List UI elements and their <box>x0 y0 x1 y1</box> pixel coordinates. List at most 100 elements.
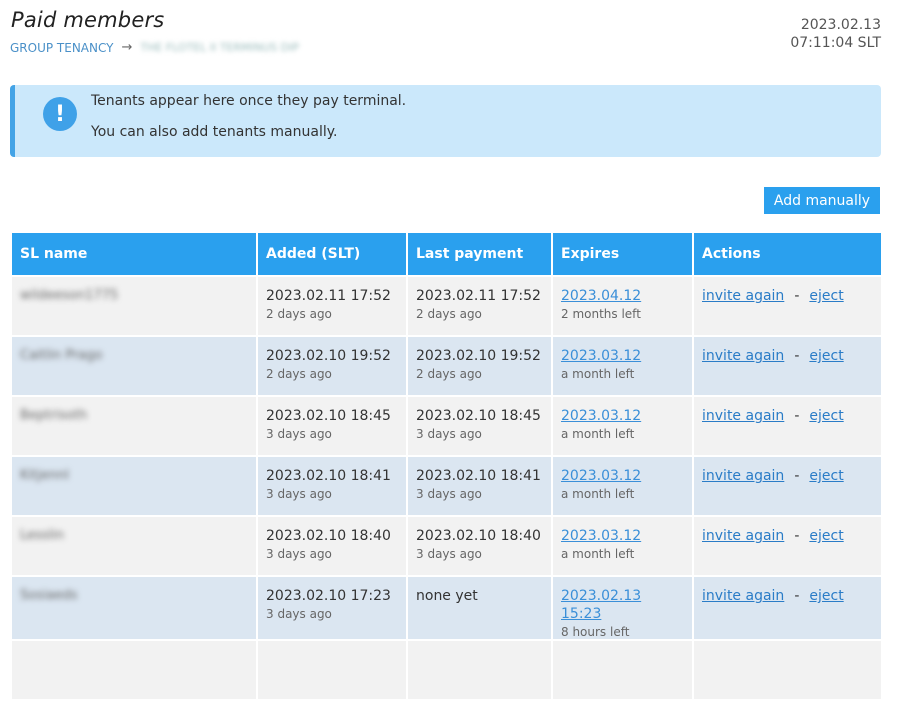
cell-actions: invite again - eject <box>692 335 883 397</box>
invite-again-link[interactable]: invite again <box>702 528 784 544</box>
payment-date: 2023.02.10 19:52 <box>416 348 541 364</box>
table-row: Beptrisoth 2023.02.10 18:45 3 days ago 2023… <box>10 395 883 457</box>
eject-link[interactable]: eject <box>809 588 843 604</box>
eject-link[interactable]: eject <box>809 288 843 304</box>
eject-link[interactable]: eject <box>809 468 843 484</box>
added-date: 2023.02.10 19:52 <box>266 348 391 364</box>
cell-actions: invite again - eject <box>692 395 883 457</box>
cell-actions: invite again - eject <box>692 575 883 641</box>
cell-expires: 2023.04.12 2 months left <box>551 275 694 337</box>
breadcrumb: GROUP TENANCY → THE FLOTEL II TERMINUS D… <box>10 40 299 55</box>
column-header-expires: Expires <box>551 231 694 277</box>
payment-date: 2023.02.10 18:40 <box>416 528 541 544</box>
payment-ago: 2 days ago <box>416 367 482 381</box>
added-ago: 3 days ago <box>266 547 332 561</box>
expires-link[interactable]: 2023.02.13 15:23 <box>561 588 641 622</box>
cell-added: 2023.02.10 18:41 3 days ago <box>256 455 408 517</box>
added-date: 2023.02.10 18:45 <box>266 408 391 424</box>
invite-again-link[interactable]: invite again <box>702 348 784 364</box>
clock: 2023.02.13 07:11:04 SLT <box>790 16 881 52</box>
cell-expires: 2023.03.12 a month left <box>551 455 694 517</box>
members-table: SL name Added (SLT) Last payment Expires… <box>10 231 883 701</box>
column-header-sl-name: SL name <box>10 231 258 277</box>
notice-line-2: You can also add tenants manually. <box>91 124 338 140</box>
cell-last-payment: 2023.02.10 18:41 3 days ago <box>406 455 553 517</box>
added-ago: 3 days ago <box>266 427 332 441</box>
cell-partial <box>692 639 883 701</box>
table-row: Kitjennl 2023.02.10 18:41 3 days ago 2023.0… <box>10 455 883 517</box>
cell-partial <box>406 639 553 701</box>
expires-link[interactable]: 2023.03.12 <box>561 528 641 544</box>
cell-last-payment: 2023.02.11 17:52 2 days ago <box>406 275 553 337</box>
cell-expires: 2023.03.12 a month left <box>551 515 694 577</box>
breadcrumb-arrow: → <box>121 40 133 55</box>
cell-added: 2023.02.10 17:23 3 days ago <box>256 575 408 641</box>
added-date: 2023.02.10 18:41 <box>266 468 391 484</box>
cell-sl-name: Beptrisoth <box>10 395 258 457</box>
page-title: Paid members <box>11 8 165 32</box>
added-ago: 3 days ago <box>266 487 332 501</box>
added-date: 2023.02.10 18:40 <box>266 528 391 544</box>
cell-expires: 2023.03.12 a month left <box>551 395 694 457</box>
column-header-actions: Actions <box>692 231 883 277</box>
column-header-last-payment: Last payment <box>406 231 553 277</box>
cell-actions: invite again - eject <box>692 455 883 517</box>
action-separator: - <box>794 588 800 604</box>
invite-again-link[interactable]: invite again <box>702 288 784 304</box>
cell-partial <box>256 639 408 701</box>
expires-link[interactable]: 2023.03.12 <box>561 408 641 424</box>
cell-partial <box>551 639 694 701</box>
cell-actions: invite again - eject <box>692 515 883 577</box>
cell-added: 2023.02.10 18:40 3 days ago <box>256 515 408 577</box>
column-header-added: Added (SLT) <box>256 231 408 277</box>
added-ago: 2 days ago <box>266 307 332 321</box>
member-name: Lesslin <box>20 528 65 543</box>
invite-again-link[interactable]: invite again <box>702 588 784 604</box>
table-header-row: SL name Added (SLT) Last payment Expires… <box>10 231 883 277</box>
payment-date: 2023.02.10 18:45 <box>416 408 541 424</box>
expires-link[interactable]: 2023.03.12 <box>561 468 641 484</box>
member-name: Beptrisoth <box>20 408 88 423</box>
action-separator: - <box>794 528 800 544</box>
member-name: Caitlin Prago <box>20 348 103 363</box>
table-row: wildeeson1775 2023.02.11 17:52 2 days ago 2… <box>10 275 883 337</box>
cell-added: 2023.02.11 17:52 2 days ago <box>256 275 408 337</box>
cell-last-payment: none yet <box>406 575 553 641</box>
eject-link[interactable]: eject <box>809 528 843 544</box>
cell-sl-name: wildeeson1775 <box>10 275 258 337</box>
action-separator: - <box>794 468 800 484</box>
member-name: Kitjennl <box>20 468 69 483</box>
expires-link[interactable]: 2023.04.12 <box>561 288 641 304</box>
invite-again-link[interactable]: invite again <box>702 408 784 424</box>
clock-date: 2023.02.13 <box>800 17 881 33</box>
expires-left: a month left <box>561 547 635 561</box>
cell-added: 2023.02.10 18:45 3 days ago <box>256 395 408 457</box>
payment-ago: 2 days ago <box>416 307 482 321</box>
member-name: wildeeson1775 <box>20 288 119 303</box>
payment-date: none yet <box>416 588 478 604</box>
invite-again-link[interactable]: invite again <box>702 468 784 484</box>
added-ago: 2 days ago <box>266 367 332 381</box>
add-manually-button[interactable]: Add manually <box>764 187 880 214</box>
added-date: 2023.02.10 17:23 <box>266 588 391 604</box>
table-row-partial <box>10 639 883 701</box>
cell-expires: 2023.03.12 a month left <box>551 335 694 397</box>
member-name: Sosiaeds <box>20 588 78 603</box>
eject-link[interactable]: eject <box>809 348 843 364</box>
table-row: Lesslin 2023.02.10 18:40 3 days ago 2023.02… <box>10 515 883 577</box>
cell-sl-name: Caitlin Prago <box>10 335 258 397</box>
action-separator: - <box>794 288 800 304</box>
payment-ago: 3 days ago <box>416 427 482 441</box>
breadcrumb-root-link[interactable]: GROUP TENANCY <box>10 41 114 55</box>
cell-partial <box>10 639 258 701</box>
added-ago: 3 days ago <box>266 607 332 621</box>
cell-last-payment: 2023.02.10 18:45 3 days ago <box>406 395 553 457</box>
payment-date: 2023.02.11 17:52 <box>416 288 541 304</box>
expires-link[interactable]: 2023.03.12 <box>561 348 641 364</box>
expires-left: a month left <box>561 427 635 441</box>
cell-sl-name: Sosiaeds <box>10 575 258 641</box>
action-separator: - <box>794 348 800 364</box>
table-row: Caitlin Prago 2023.02.10 19:52 2 days ago 2… <box>10 335 883 397</box>
eject-link[interactable]: eject <box>809 408 843 424</box>
exclamation-icon: ! <box>43 97 77 131</box>
